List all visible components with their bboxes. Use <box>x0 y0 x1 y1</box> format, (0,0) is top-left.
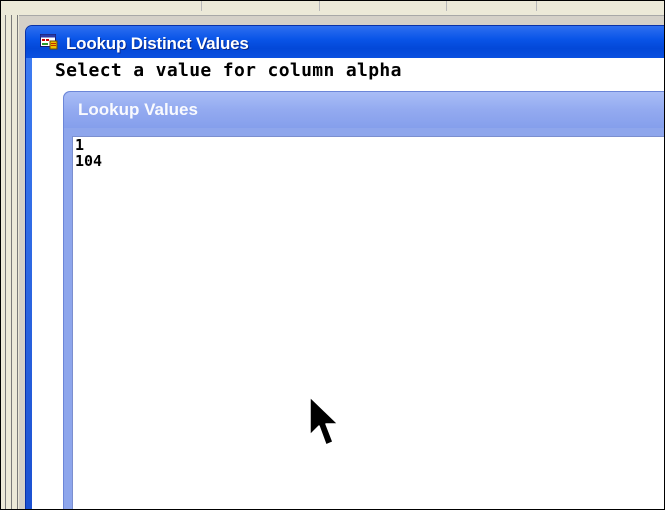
lookup-values-title-bar[interactable]: Lookup Values <box>64 92 664 128</box>
screenshot-frame: Lookup Distinct Values Select a value fo… <box>0 0 665 510</box>
lookup-values-window[interactable]: Lookup Values 1 104 <box>63 91 664 509</box>
lookup-values-title: Lookup Values <box>78 100 198 119</box>
window-title-bar[interactable]: Lookup Distinct Values <box>26 26 664 58</box>
background-app-toolbar <box>1 1 664 16</box>
window-title: Lookup Distinct Values <box>66 34 249 53</box>
background-app-edge <box>1 15 19 509</box>
application-window-icon[interactable] <box>40 34 58 50</box>
values-list[interactable]: 1 104 <box>72 136 664 509</box>
mouse-pointer-icon <box>309 396 339 446</box>
prompt-text: Select a value for column alpha <box>55 60 402 81</box>
list-item[interactable]: 104 <box>73 153 664 169</box>
list-item[interactable]: 1 <box>73 137 664 153</box>
